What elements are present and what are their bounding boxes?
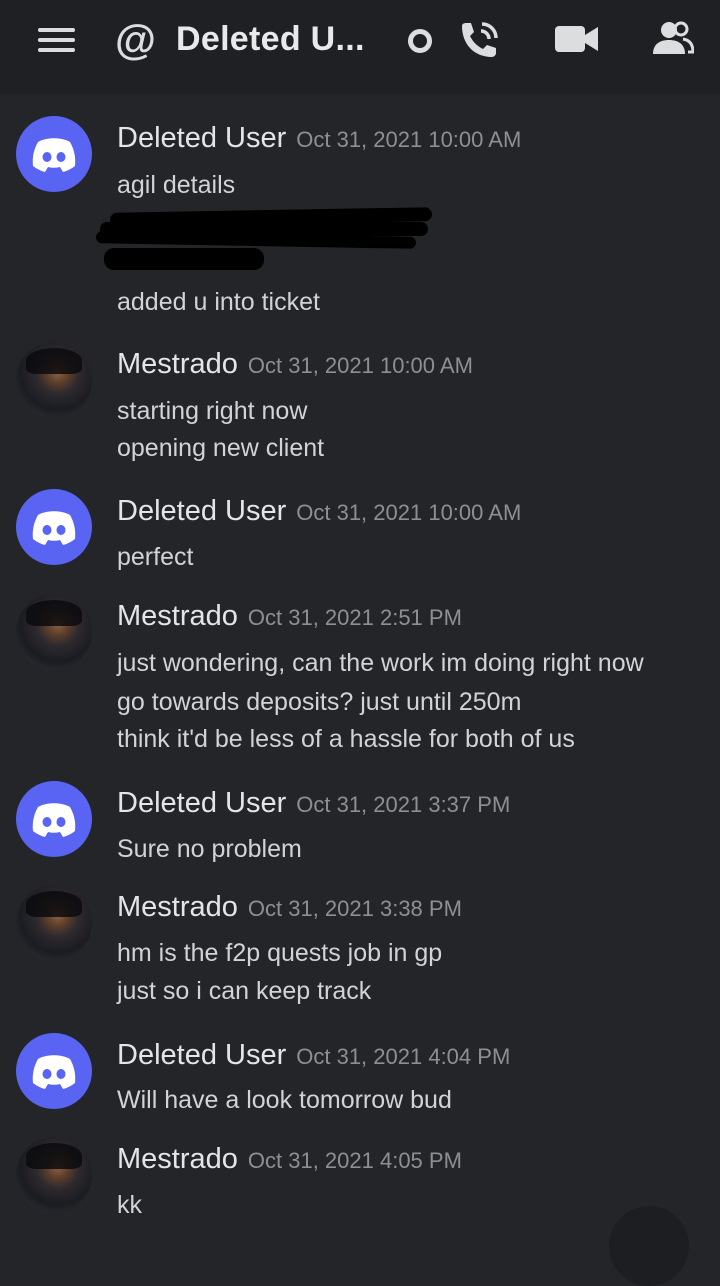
author-label[interactable]: Deleted User [117, 495, 286, 527]
message-text: agil details [117, 171, 236, 199]
message-text: Sure no problem [117, 835, 302, 863]
timestamp: Oct 31, 2021 3:38 PM [247, 896, 462, 921]
discord-logo-icon [32, 803, 76, 837]
timestamp: Oct 31, 2021 3:37 PM [296, 792, 511, 817]
message-text: added u into ticket [117, 288, 320, 316]
message-text: just so i can keep track [117, 977, 372, 1005]
avatar[interactable] [16, 885, 92, 961]
message-text: opening new client [117, 434, 325, 462]
message-text: hm is the f2p quests job in gp [117, 939, 443, 967]
avatar[interactable] [16, 1033, 92, 1109]
author-name[interactable]: Deleted User Oct 31, 2021 10:00 AM [117, 122, 521, 155]
message-text: just wondering, can the work im doing ri… [117, 649, 644, 677]
message-text: go towards deposits? just until 250m [117, 688, 522, 716]
avatar[interactable] [16, 342, 92, 418]
author-name[interactable]: Deleted User Oct 31, 2021 10:00 AM [117, 495, 521, 528]
author-name[interactable]: Mestrado Oct 31, 2021 10:00 AM [117, 348, 473, 381]
avatar[interactable] [16, 116, 92, 192]
timestamp: Oct 31, 2021 10:00 AM [296, 127, 522, 152]
author-label[interactable]: Mestrado [117, 1143, 238, 1175]
author-label[interactable]: Mestrado [117, 891, 238, 923]
timestamp: Oct 31, 2021 10:00 AM [296, 500, 522, 525]
message-text: starting right now [117, 397, 308, 425]
timestamp: Oct 31, 2021 4:05 PM [247, 1148, 462, 1173]
at-icon: @ [115, 16, 156, 63]
channel-title[interactable]: Deleted U... [176, 20, 365, 59]
avatar[interactable] [16, 781, 92, 857]
message-text: kk [117, 1191, 142, 1219]
message-text: think it'd be less of a hassle for both … [117, 725, 575, 753]
top-bar: @ Deleted U... [0, 0, 720, 94]
message-text: perfect [117, 543, 194, 571]
timestamp: Oct 31, 2021 4:04 PM [296, 1044, 511, 1069]
discord-logo-icon [32, 511, 76, 545]
author-label[interactable]: Mestrado [117, 600, 238, 632]
author-name[interactable]: Mestrado Oct 31, 2021 4:05 PM [117, 1143, 462, 1176]
message-text: Will have a look tomorrow bud [117, 1086, 452, 1114]
author-name[interactable]: Deleted User Oct 31, 2021 3:37 PM [117, 787, 510, 820]
discord-logo-icon [32, 1055, 76, 1089]
timestamp: Oct 31, 2021 10:00 AM [247, 353, 473, 378]
author-name[interactable]: Mestrado Oct 31, 2021 2:51 PM [117, 600, 462, 633]
video-call-icon[interactable] [555, 24, 599, 54]
avatar[interactable] [16, 489, 92, 565]
author-label[interactable]: Deleted User [117, 1039, 286, 1071]
author-label[interactable]: Deleted User [117, 787, 286, 819]
members-icon[interactable] [650, 20, 694, 58]
author-label[interactable]: Deleted User [117, 122, 286, 154]
discord-logo-icon [32, 138, 76, 172]
floating-action-button[interactable] [609, 1206, 689, 1286]
offline-status-icon [408, 29, 432, 53]
timestamp: Oct 31, 2021 2:51 PM [247, 605, 462, 630]
author-label[interactable]: Mestrado [117, 348, 238, 380]
phone-call-icon[interactable] [456, 20, 502, 62]
author-name[interactable]: Deleted User Oct 31, 2021 4:04 PM [117, 1039, 510, 1072]
author-name[interactable]: Mestrado Oct 31, 2021 3:38 PM [117, 891, 462, 924]
hamburger-menu-icon[interactable] [38, 28, 75, 52]
avatar[interactable] [16, 1137, 92, 1213]
avatar[interactable] [16, 594, 92, 670]
